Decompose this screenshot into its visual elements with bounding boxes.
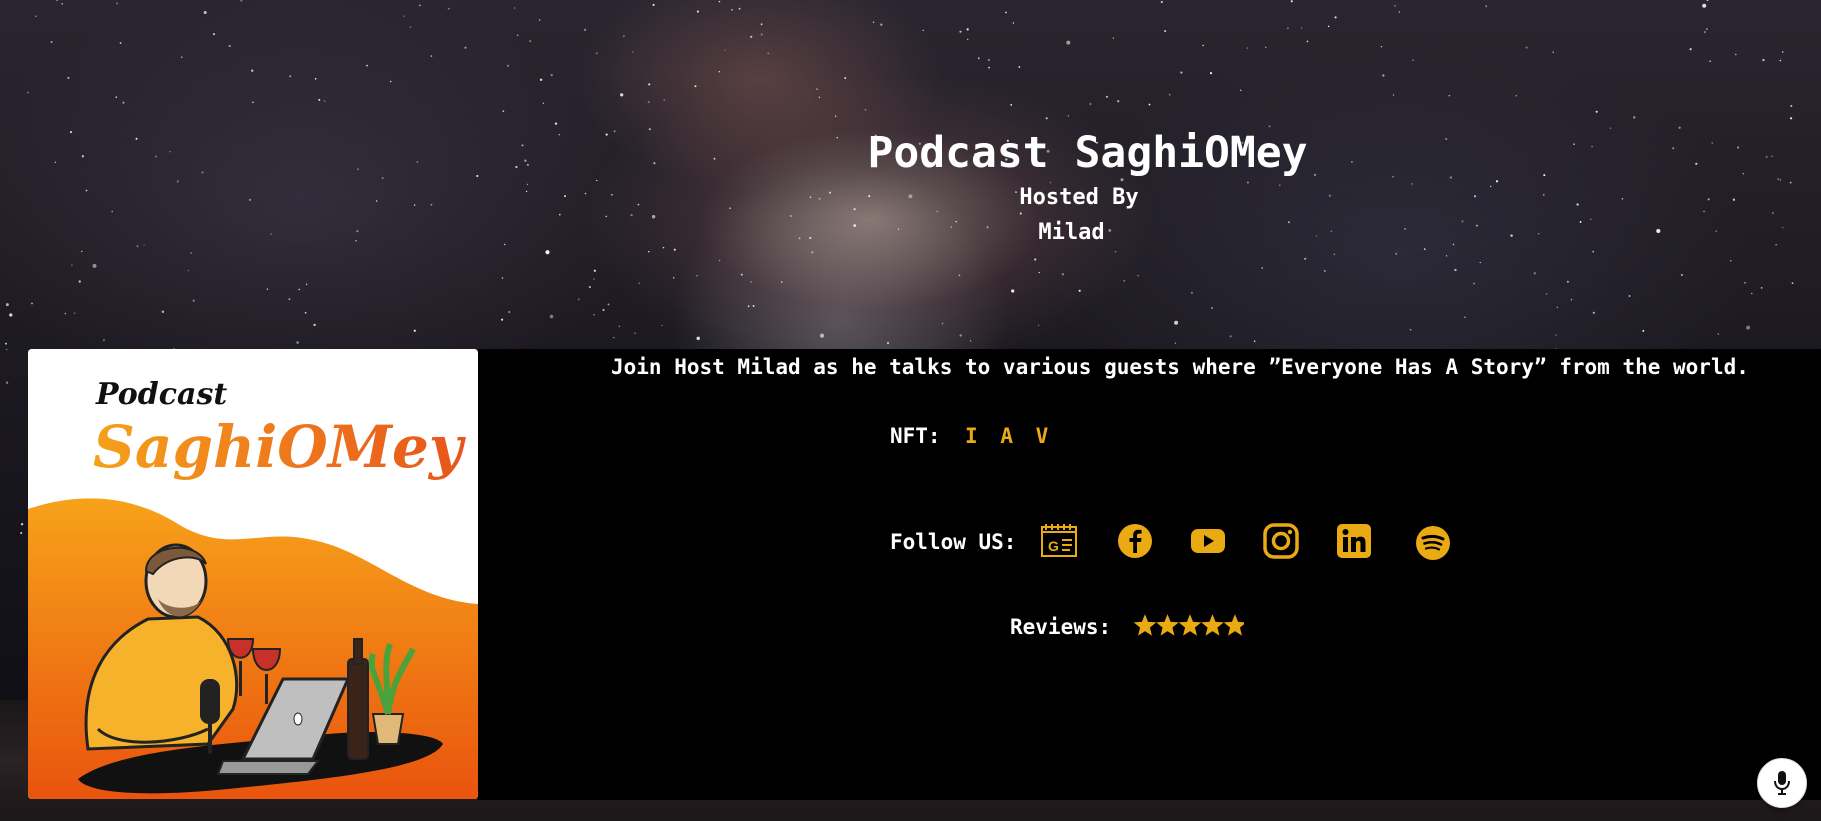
facebook-icon[interactable] <box>1116 522 1154 560</box>
nft-link-v[interactable]: V <box>1036 424 1049 448</box>
svg-text:G: G <box>1048 538 1059 554</box>
host-name: Milad <box>1038 220 1105 245</box>
podcast-description: Join Host Milad as he talks to various g… <box>611 355 1749 379</box>
linkedin-icon[interactable] <box>1335 522 1373 560</box>
cover-logo-podcast: Podcast <box>95 377 227 412</box>
info-panel <box>478 349 1821 800</box>
instagram-icon[interactable] <box>1262 522 1300 560</box>
follow-us-label: Follow US: <box>890 530 1017 554</box>
star-icon[interactable] <box>1156 614 1179 636</box>
page-title: Podcast SaghiOMey <box>867 128 1308 178</box>
star-icon[interactable] <box>1178 614 1202 636</box>
star-icon[interactable] <box>1201 614 1224 636</box>
rating-stars[interactable] <box>1134 613 1244 639</box>
nft-link-i[interactable]: I <box>965 424 978 448</box>
nft-label: NFT: <box>890 424 941 448</box>
reviews-label: Reviews: <box>1010 615 1112 639</box>
star-icon[interactable] <box>1134 614 1157 636</box>
microphone-button[interactable] <box>1757 758 1807 808</box>
podcast-cover-image: Podcast SaghiOMey <box>28 349 478 799</box>
nft-links: I A V <box>965 424 1058 448</box>
microphone-icon <box>1774 771 1790 795</box>
hosted-by-label: Hosted By <box>1019 185 1139 210</box>
nft-link-a[interactable]: A <box>1000 424 1013 448</box>
star-icon[interactable] <box>1223 614 1244 636</box>
spotify-icon[interactable] <box>1414 524 1452 562</box>
cover-logo-title: SaghiOMey <box>93 413 467 481</box>
youtube-icon[interactable] <box>1189 522 1227 560</box>
google-podcasts-icon[interactable]: G <box>1040 522 1078 560</box>
